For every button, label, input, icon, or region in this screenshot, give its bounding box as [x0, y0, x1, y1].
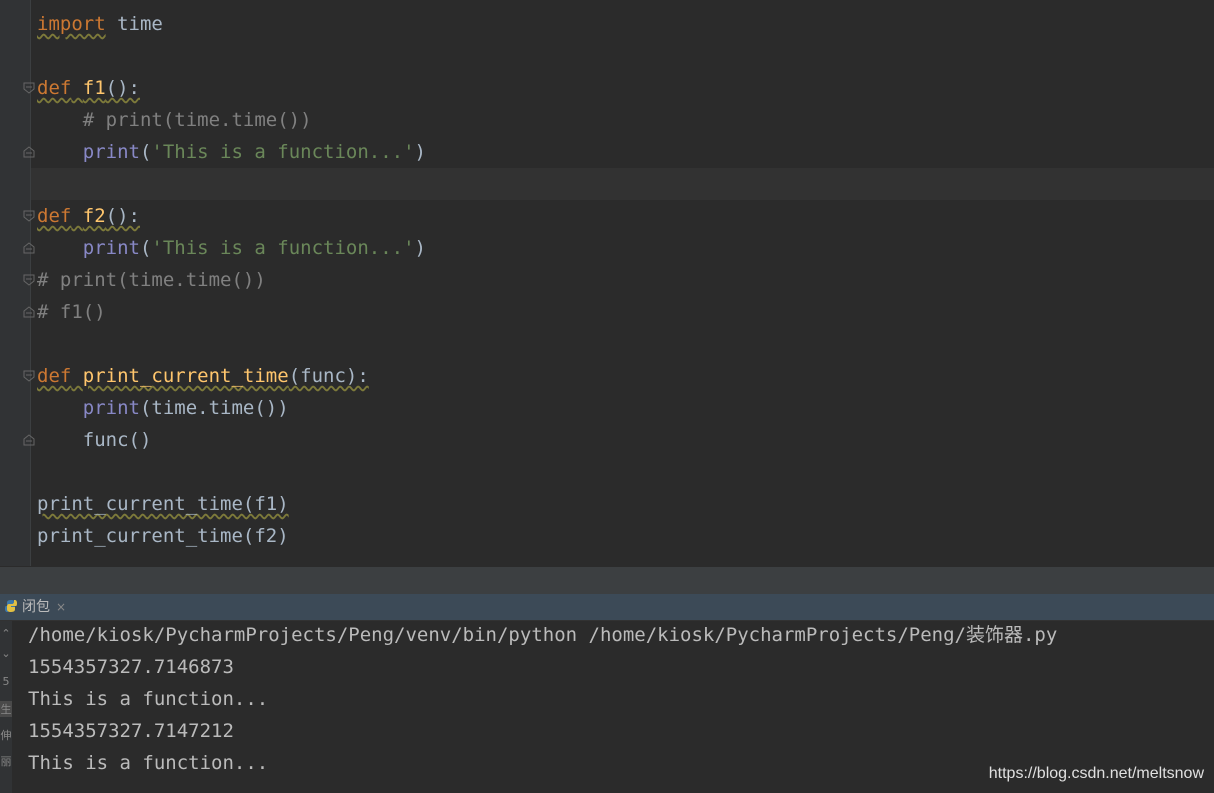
fold-marker-icon[interactable] [22, 369, 36, 383]
code-line[interactable]: print_current_time(f1) [37, 488, 289, 520]
fold-marker-icon[interactable] [22, 81, 36, 95]
console-toolbar: ⌃ ⌄ 5 生 伸 丽 [0, 621, 12, 793]
stop-icon[interactable]: ⌄ [0, 647, 12, 660]
fold-end-icon[interactable] [22, 145, 36, 159]
console-toolbar-item[interactable]: 5 [0, 675, 12, 688]
fold-end-icon[interactable] [22, 433, 36, 447]
run-tab-label: 闭包 [22, 599, 50, 615]
console-output-line: This is a function... [28, 688, 269, 710]
current-line-highlight [31, 168, 1214, 200]
console-toolbar-item[interactable]: 丽 [0, 753, 12, 769]
code-line[interactable]: def f1(): [37, 72, 140, 104]
fold-marker-icon[interactable] [22, 273, 36, 287]
code-editor[interactable]: import time def f1(): # print(time.time(… [0, 0, 1214, 566]
code-line[interactable]: # print(time.time()) [37, 104, 312, 136]
console-toolbar-item[interactable]: 生 [0, 701, 12, 717]
code-line[interactable]: print('This is a function...') [37, 136, 426, 168]
code-line[interactable]: func() [37, 424, 152, 456]
panel-splitter[interactable] [0, 566, 1214, 595]
code-line[interactable]: print_current_time(f2) [37, 520, 289, 552]
console-output-line: This is a function... [28, 752, 269, 774]
console-command-line: /home/kiosk/PycharmProjects/Peng/venv/bi… [28, 624, 1058, 646]
run-tool-window-header: 闭包 × [0, 594, 1214, 621]
code-line[interactable]: def f2(): [37, 200, 140, 232]
code-line[interactable]: import time [37, 8, 163, 40]
console-output-line: 1554357327.7146873 [28, 656, 234, 678]
code-line[interactable]: # print(time.time()) [37, 264, 266, 296]
python-icon [5, 600, 17, 612]
watermark: https://blog.csdn.net/meltsnow [988, 765, 1204, 782]
code-line[interactable]: # f1() [37, 296, 106, 328]
fold-marker-icon[interactable] [22, 209, 36, 223]
code-line[interactable]: print(time.time()) [37, 392, 289, 424]
console-toolbar-item[interactable]: 伸 [0, 727, 12, 743]
fold-end-icon[interactable] [22, 241, 36, 255]
run-tab[interactable]: 闭包 × [4, 594, 66, 620]
code-line[interactable]: def print_current_time(func): [37, 360, 369, 392]
rerun-icon[interactable]: ⌃ [0, 627, 12, 640]
fold-end-icon[interactable] [22, 305, 36, 319]
code-line[interactable]: print('This is a function...') [37, 232, 426, 264]
close-icon[interactable]: × [56, 600, 66, 614]
console-output-line: 1554357327.7147212 [28, 720, 234, 742]
